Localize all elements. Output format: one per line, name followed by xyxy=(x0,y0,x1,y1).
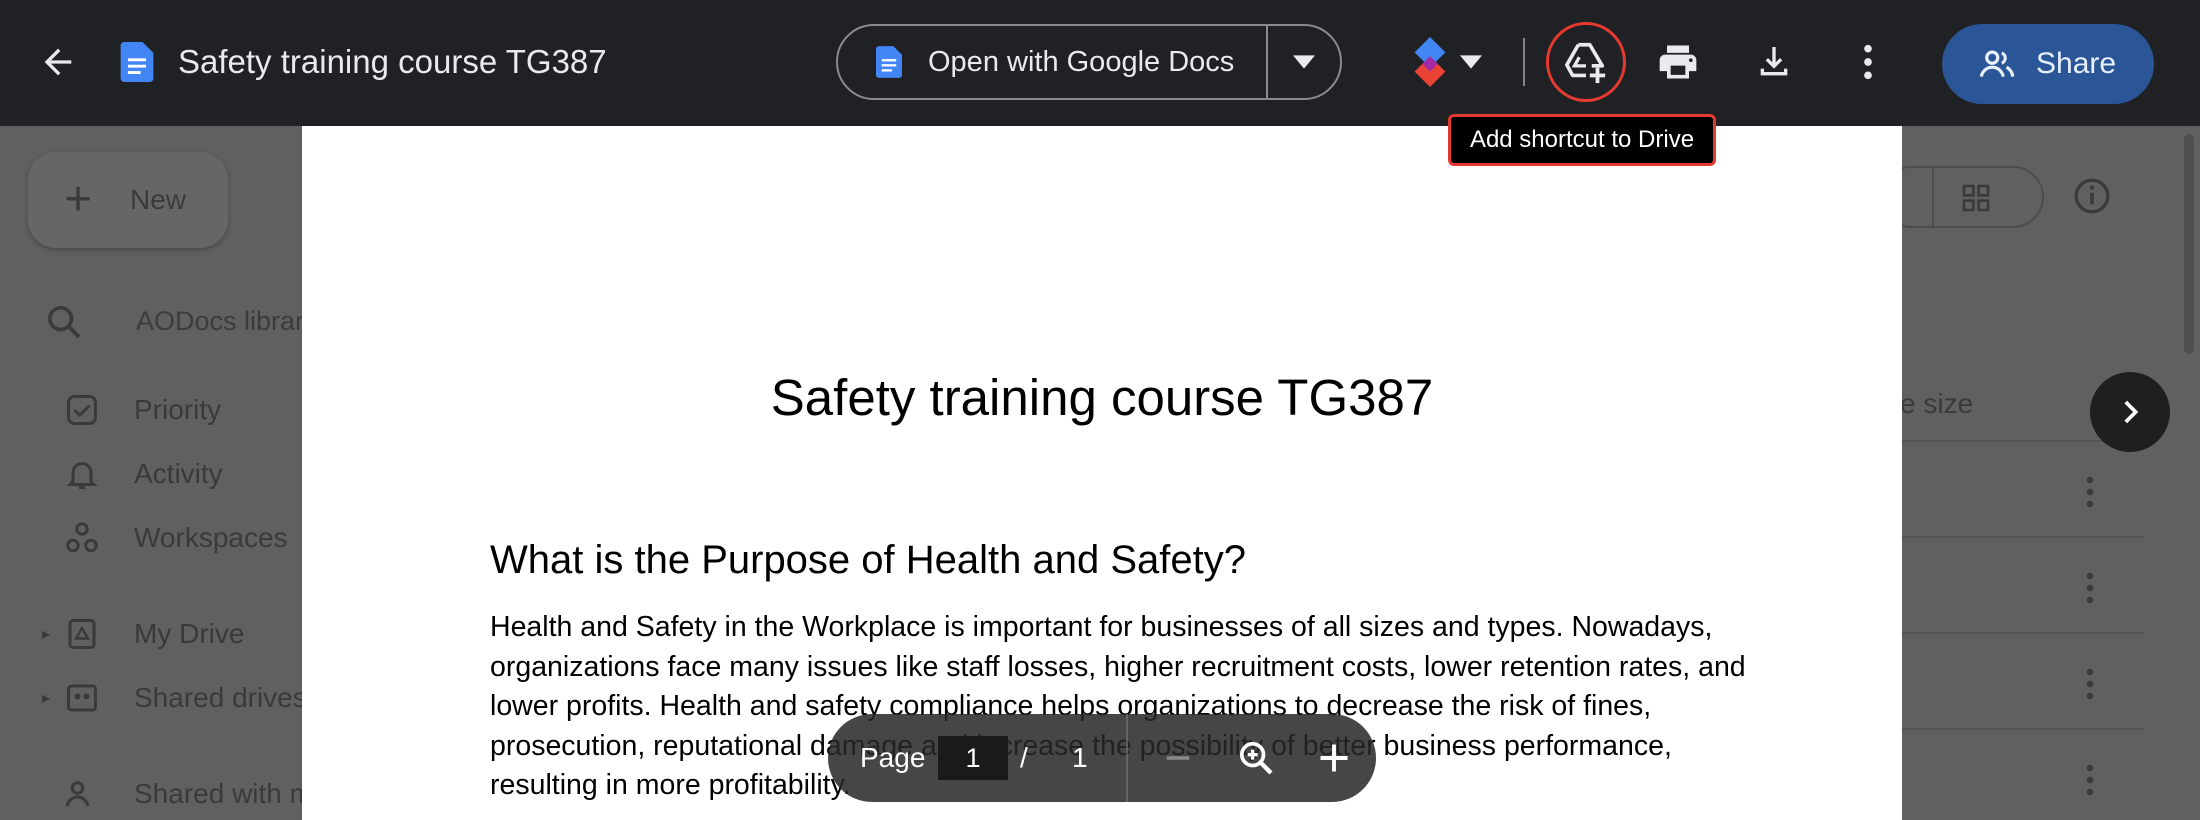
grid-view-icon[interactable] xyxy=(1960,182,1992,214)
nav-item-shared-drives[interactable]: Shared drives xyxy=(64,678,307,718)
nav-item-label: Shared drives xyxy=(134,682,307,713)
scrollbar[interactable] xyxy=(2184,134,2194,354)
toolbar-divider xyxy=(1126,714,1128,802)
search-icon xyxy=(48,306,81,339)
print-button[interactable] xyxy=(1646,30,1710,94)
google-docs-icon xyxy=(120,42,154,82)
expand-caret-icon[interactable]: ▸ xyxy=(42,624,50,644)
arrow-left-icon xyxy=(44,48,72,76)
nav-item-workspaces[interactable]: Workspaces xyxy=(64,518,288,558)
search-input[interactable]: AODocs librar xyxy=(136,306,304,337)
download-button[interactable] xyxy=(1742,30,1806,94)
nav-item-label: Activity xyxy=(134,458,223,489)
nav-item-shared-with-me[interactable]: Shared with m xyxy=(64,774,313,814)
zoom-out-button[interactable] xyxy=(1150,730,1206,786)
row-divider xyxy=(1900,728,2145,730)
expand-caret-icon[interactable]: ▸ xyxy=(42,688,50,708)
toolbar-divider xyxy=(1523,38,1525,86)
nav-item-priority[interactable]: Priority xyxy=(64,390,221,430)
open-with-google-docs-button[interactable]: Open with Google Docs xyxy=(838,26,1266,98)
nav-item-label: Shared with m xyxy=(134,778,313,809)
open-with-button-group: Open with Google Docs xyxy=(836,24,1342,100)
back-button[interactable] xyxy=(28,32,88,92)
nav-item-label: Workspaces xyxy=(134,522,288,553)
page-total: 1 xyxy=(1072,742,1088,773)
nav-item-my-drive[interactable]: My Drive xyxy=(64,614,244,654)
zoom-button[interactable] xyxy=(1228,730,1284,786)
google-docs-icon xyxy=(876,46,902,78)
zoom-in-button[interactable] xyxy=(1306,730,1362,786)
page-zoom-toolbar: Page / 1 xyxy=(828,714,1376,802)
open-with-label: Open with Google Docs xyxy=(928,45,1235,78)
page-label: Page xyxy=(860,742,926,773)
download-icon xyxy=(1760,47,1788,76)
more-options-button[interactable] xyxy=(1836,30,1900,94)
bell-icon xyxy=(66,462,98,489)
more-vert-icon xyxy=(1864,44,1872,80)
next-file-button[interactable] xyxy=(2090,372,2170,452)
file-size-header[interactable]: e size xyxy=(1900,388,1973,420)
people-icon xyxy=(65,781,90,807)
nav-item-label: Priority xyxy=(134,394,222,425)
row-divider xyxy=(1900,536,2145,538)
share-button[interactable]: Share xyxy=(1942,24,2154,104)
preview-top-bar: Safety training course TG387 Open with G… xyxy=(0,0,2200,126)
workflow-button[interactable] xyxy=(1410,34,1502,90)
file-title: Safety training course TG387 xyxy=(178,43,607,80)
new-button[interactable]: + New xyxy=(28,152,228,248)
new-button-label: New xyxy=(130,184,187,215)
nav-item-activity[interactable]: Activity xyxy=(64,454,223,494)
row-more-icon[interactable] xyxy=(2080,474,2100,510)
people-icon xyxy=(1979,50,2015,78)
info-icon[interactable] xyxy=(2072,176,2112,216)
share-button-label: Share xyxy=(2036,47,2117,80)
my-drive-icon xyxy=(68,619,96,649)
plus-icon: + xyxy=(64,173,93,226)
add-shortcut-button[interactable] xyxy=(1546,22,1626,102)
priority-icon xyxy=(67,395,97,425)
plus-icon xyxy=(1320,744,1348,772)
open-with-dropdown-button[interactable] xyxy=(1268,26,1340,98)
caret-down-icon xyxy=(1460,55,1482,69)
shared-drives-icon xyxy=(67,684,97,712)
zoom-in-magnifier-icon xyxy=(1240,742,1273,775)
page-separator: / xyxy=(1020,742,1028,773)
view-toggle[interactable] xyxy=(1880,166,2044,228)
document-title: Safety training course TG387 xyxy=(770,369,1434,426)
row-more-icon[interactable] xyxy=(2080,762,2100,798)
caret-down-icon xyxy=(1293,55,1316,69)
row-divider xyxy=(1900,632,2145,634)
page-number-input[interactable] xyxy=(938,736,1008,780)
workflow-icon xyxy=(1414,37,1446,87)
nav-item-label: My Drive xyxy=(134,618,245,649)
chevron-right-icon xyxy=(2124,400,2139,424)
add-to-drive-icon xyxy=(1565,42,1606,84)
minus-icon xyxy=(1166,756,1190,760)
toggle-separator xyxy=(1932,168,1934,226)
row-more-icon[interactable] xyxy=(2080,666,2100,702)
add-shortcut-tooltip: Add shortcut to Drive xyxy=(1448,114,1716,166)
document-heading: What is the Purpose of Health and Safety… xyxy=(490,538,1246,582)
row-more-icon[interactable] xyxy=(2080,570,2100,606)
workspaces-icon xyxy=(66,522,98,553)
printer-icon xyxy=(1659,45,1697,79)
